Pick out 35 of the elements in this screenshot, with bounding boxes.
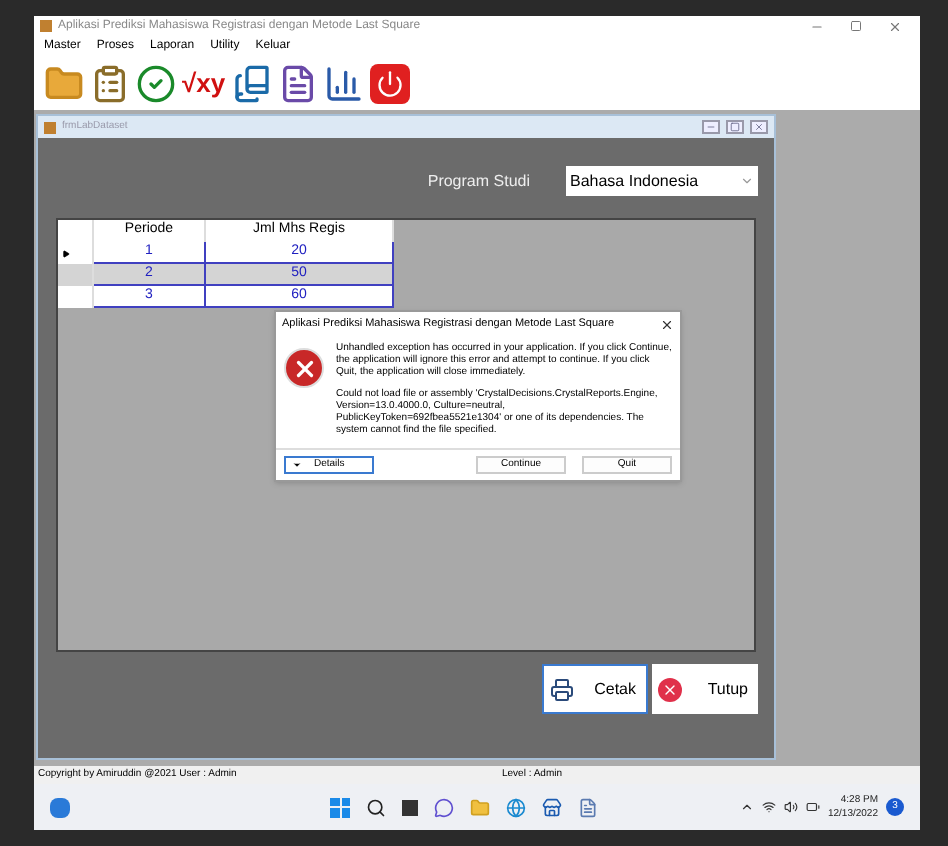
error-icon: [284, 348, 324, 388]
maximize-icon[interactable]: [850, 20, 862, 32]
chat-icon[interactable]: [434, 797, 455, 817]
battery-icon[interactable]: [805, 800, 820, 814]
print-button[interactable]: Cetak: [542, 664, 648, 714]
widgets-icon[interactable]: [50, 797, 70, 817]
caret-icon: [740, 174, 754, 188]
app-icon[interactable]: [578, 797, 599, 817]
store-icon[interactable]: [542, 797, 563, 817]
book-icon[interactable]: [231, 63, 272, 103]
formula-icon[interactable]: √xy: [182, 70, 226, 96]
volume-icon[interactable]: [783, 800, 798, 814]
program-label: Program Studi: [427, 169, 530, 193]
close-icon[interactable]: [660, 317, 674, 331]
close-button[interactable]: Tutup: [652, 664, 758, 714]
printer-icon: [550, 677, 574, 701]
search-icon[interactable]: [366, 797, 387, 817]
maximize-icon[interactable]: [726, 120, 744, 134]
power-icon[interactable]: [369, 63, 410, 103]
caret-icon: [292, 460, 302, 470]
browser-icon[interactable]: [506, 797, 527, 817]
chevron-icon[interactable]: [739, 800, 754, 814]
checkmark-icon[interactable]: [136, 63, 176, 103]
app-icon: [40, 20, 52, 32]
close-icon: [658, 677, 682, 701]
task-view-icon[interactable]: [402, 799, 419, 815]
document-icon[interactable]: [277, 63, 318, 103]
program-dropdown[interactable]: Bahasa Indonesia: [566, 166, 758, 196]
folder-icon[interactable]: [44, 63, 84, 103]
start-icon[interactable]: [330, 797, 351, 817]
network-icon[interactable]: [761, 800, 776, 814]
clipboard-icon[interactable]: [90, 63, 130, 103]
bar-chart-icon[interactable]: [323, 63, 364, 103]
minimize-icon[interactable]: [702, 120, 720, 134]
form-icon: [44, 121, 56, 133]
